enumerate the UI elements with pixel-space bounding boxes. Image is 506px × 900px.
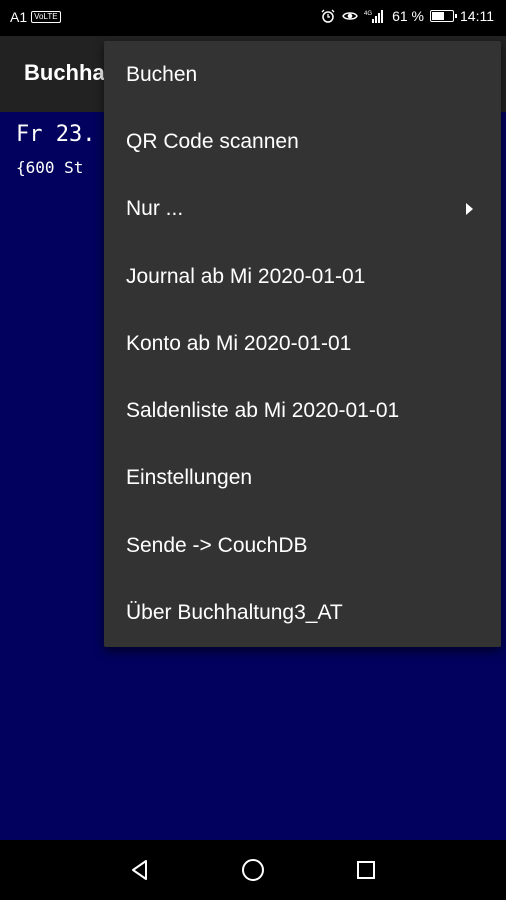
menu-item-label: Journal ab Mi 2020-01-01: [126, 264, 366, 288]
clock: 14:11: [460, 8, 494, 24]
eye-comfort-icon: [342, 8, 358, 24]
menu-item-label: Einstellungen: [126, 466, 253, 490]
menu-item-buchen[interactable]: Buchen: [104, 41, 501, 108]
network-type: 4G: [364, 11, 372, 17]
carrier-info: A1 VoLTE: [10, 9, 61, 25]
home-icon[interactable]: [235, 852, 271, 888]
menu-item-sende-couchdb[interactable]: Sende -> CouchDB: [104, 512, 501, 579]
submenu-arrow-icon: [466, 203, 473, 216]
menu-item-label: QR Code scannen: [126, 129, 299, 153]
status-icons: 4G 61 % 14:11: [320, 8, 494, 24]
menu-item-label: Über Buchhaltung3_AT: [126, 601, 343, 625]
carrier-name: A1: [10, 9, 28, 25]
menu-item-konto[interactable]: Konto ab Mi 2020-01-01: [104, 310, 501, 377]
menu-item-nur[interactable]: Nur ...: [104, 176, 501, 243]
menu-item-einstellungen[interactable]: Einstellungen: [104, 445, 501, 512]
menu-item-label: Buchen: [126, 62, 198, 86]
recents-icon[interactable]: [348, 852, 384, 888]
menu-item-label: Konto ab Mi 2020-01-01: [126, 331, 352, 355]
menu-item-ueber[interactable]: Über Buchhaltung3_AT: [104, 579, 501, 646]
back-icon[interactable]: [122, 852, 158, 888]
navigation-bar: [0, 840, 506, 900]
menu-item-qr-code-scannen[interactable]: QR Code scannen: [104, 108, 501, 175]
menu-item-label: Sende -> CouchDB: [126, 533, 308, 557]
volte-badge: VoLTE: [31, 11, 61, 23]
journal-line-entry: {600 St: [16, 158, 84, 177]
overflow-menu: Buchen QR Code scannen Nur ... Journal a…: [104, 41, 501, 647]
signal-icon: 4G: [364, 8, 386, 24]
menu-item-journal[interactable]: Journal ab Mi 2020-01-01: [104, 243, 501, 310]
journal-line-date: Fr 23.: [16, 122, 96, 147]
battery-icon: [430, 10, 457, 22]
menu-item-saldenliste[interactable]: Saldenliste ab Mi 2020-01-01: [104, 377, 501, 444]
battery-fill: [432, 12, 444, 20]
status-bar: A1 VoLTE 4G 61 % 14:11: [0, 0, 506, 36]
menu-item-label: Saldenliste ab Mi 2020-01-01: [126, 399, 400, 423]
battery-percent: 61 %: [392, 8, 424, 24]
alarm-icon: [320, 8, 336, 24]
menu-item-label: Nur ...: [126, 197, 184, 221]
